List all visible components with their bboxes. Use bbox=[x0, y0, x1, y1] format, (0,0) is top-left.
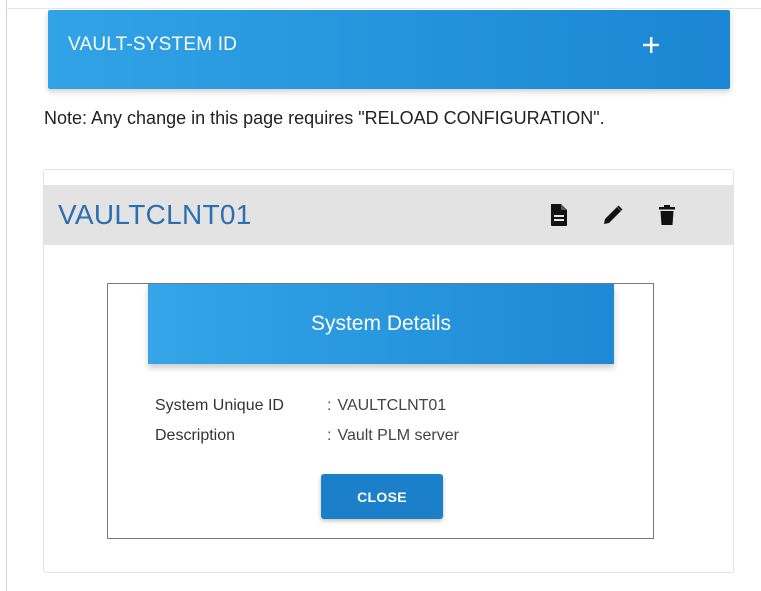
trash-icon bbox=[659, 205, 675, 225]
plus-icon bbox=[643, 37, 659, 53]
card-actions bbox=[545, 201, 681, 229]
add-system-button[interactable] bbox=[635, 29, 667, 61]
view-details-button[interactable] bbox=[545, 201, 573, 229]
detail-value: VAULTCLNT01 bbox=[337, 397, 447, 414]
detail-row-unique-id: System Unique ID: VAULTCLNT01 bbox=[155, 397, 446, 415]
close-button[interactable]: CLOSE bbox=[321, 474, 443, 519]
detail-label: System Unique ID bbox=[155, 397, 284, 414]
dialog-title: System Details bbox=[148, 284, 614, 364]
detail-value: Vault PLM server bbox=[337, 427, 459, 444]
detail-row-description: Description: Vault PLM server bbox=[155, 427, 459, 445]
system-card-title: VAULTCLNT01 bbox=[58, 199, 252, 230]
section-title: VAULT-SYSTEM ID bbox=[68, 34, 238, 55]
system-card-header: VAULTCLNT01 bbox=[44, 185, 733, 245]
edit-button[interactable] bbox=[599, 201, 627, 229]
top-divider bbox=[6, 8, 761, 9]
reload-note: Note: Any change in this page requires "… bbox=[44, 108, 605, 128]
system-card: VAULTCLNT01 System Details System Unique… bbox=[43, 169, 734, 573]
document-icon bbox=[551, 204, 567, 226]
system-details-dialog: System Details System Unique ID: VAULTCLN… bbox=[107, 283, 654, 539]
left-divider bbox=[6, 0, 7, 591]
detail-separator: : bbox=[327, 397, 332, 414]
detail-label: Description bbox=[155, 427, 236, 444]
pencil-icon bbox=[604, 205, 623, 224]
section-header: VAULT-SYSTEM ID bbox=[48, 10, 730, 89]
detail-separator: : bbox=[327, 427, 332, 444]
page: VAULT-SYSTEM ID Note: Any change in this… bbox=[0, 0, 761, 591]
delete-button[interactable] bbox=[653, 201, 681, 229]
